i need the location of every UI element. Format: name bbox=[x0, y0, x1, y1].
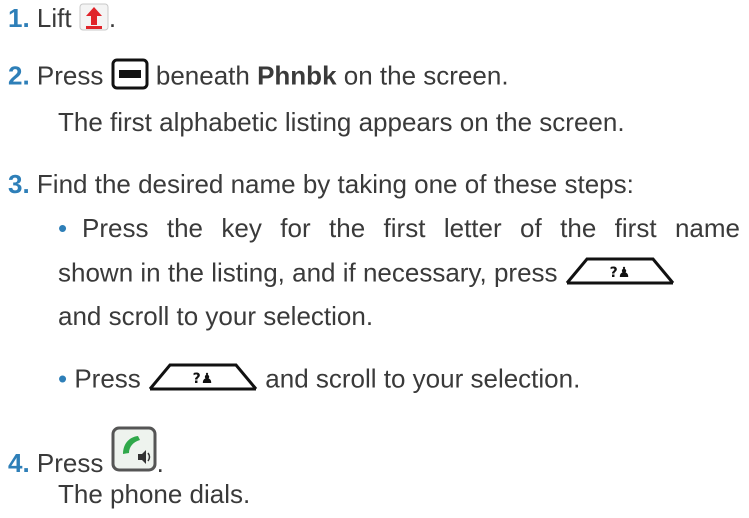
step-text: Press bbox=[36, 448, 104, 478]
bullet-text: Press bbox=[74, 363, 141, 394]
speaker-phone-icon bbox=[111, 426, 157, 479]
bullet-1-line-3: and scroll to your selection. bbox=[58, 301, 374, 331]
directory-key-glyph: ?♟ bbox=[609, 265, 630, 281]
bullet-text-end: and scroll to your selection. bbox=[265, 363, 581, 394]
bullet-text: shown in the listing, and if necessary, … bbox=[58, 257, 558, 288]
step-text-end: . bbox=[156, 448, 164, 478]
directory-softkey-icon: ?♟ bbox=[565, 256, 675, 293]
bullet-item: • Press ?♟ and scroll to your selection. bbox=[58, 362, 580, 399]
step-4: 4. Press . bbox=[8, 426, 164, 479]
step-number: 4. bbox=[8, 448, 30, 478]
step-text-end: on the screen. bbox=[343, 60, 509, 91]
step-text-end: . bbox=[108, 3, 117, 33]
step-text: Press bbox=[36, 60, 104, 91]
step-number: 2. bbox=[8, 60, 30, 91]
lift-handset-icon bbox=[79, 3, 109, 38]
step-3: 3. Find the desired name by taking one o… bbox=[8, 168, 634, 200]
step-number: 1. bbox=[8, 3, 30, 33]
softkey-label: Phnbk bbox=[257, 60, 337, 91]
step-2-note: The first alphabetic listing appears on … bbox=[58, 107, 625, 137]
step-4-note: The phone dials. bbox=[58, 479, 251, 509]
step-text: Lift bbox=[36, 3, 72, 33]
bullet-marker: • bbox=[58, 213, 68, 243]
step-text: Find the desired name by taking one of t… bbox=[36, 169, 634, 199]
bullet-1-line-1: Press the key for the first letter of th… bbox=[82, 213, 740, 243]
step-text-beneath: beneath bbox=[155, 60, 250, 91]
softkey-button-icon bbox=[111, 58, 149, 97]
directory-key-glyph: ?♟ bbox=[193, 371, 214, 387]
step-number: 3. bbox=[8, 169, 30, 199]
bullet-marker: • bbox=[58, 363, 68, 394]
bullet-item: • bbox=[58, 212, 67, 244]
step-1: 1. Lift . bbox=[8, 2, 116, 38]
directory-softkey-icon: ?♟ bbox=[148, 362, 258, 399]
step-2: 2. Press beneath Phnbk on the screen. bbox=[8, 58, 509, 97]
bullet-1-line-2: shown in the listing, and if necessary, … bbox=[58, 256, 675, 293]
